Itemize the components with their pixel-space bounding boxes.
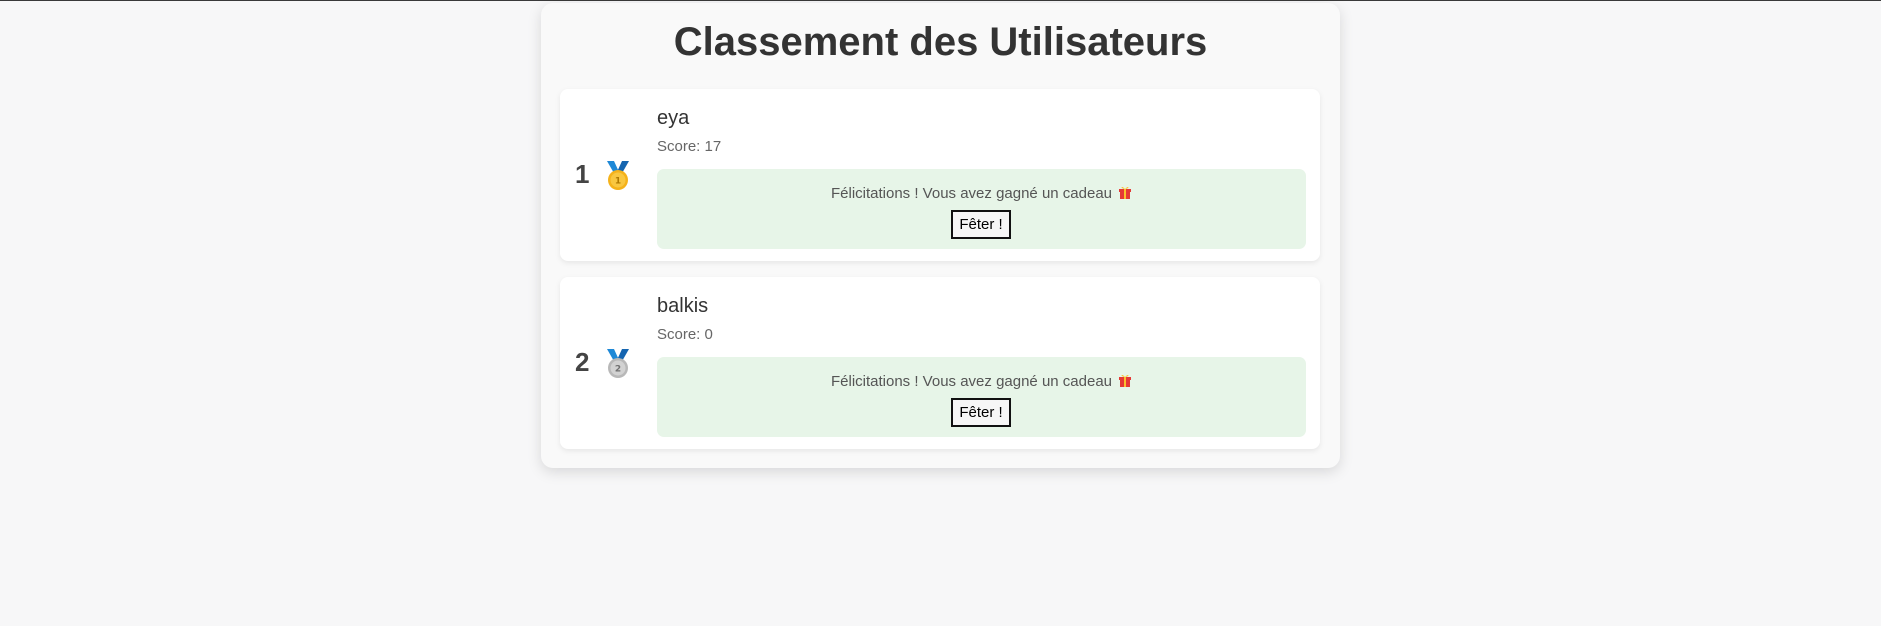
gift-message-text: Félicitations ! Vous avez gagné un cadea… [830, 373, 1113, 390]
rank-number: 1 [575, 159, 590, 189]
celebrate-button[interactable]: Fêter ! [951, 210, 1011, 239]
user-score: Score: 0 [657, 326, 713, 343]
medal-number: 2 [615, 365, 621, 375]
celebrate-button[interactable]: Fêter ! [951, 398, 1011, 427]
gift-message-box: Félicitations ! Vous avez gagné un cadea… [657, 357, 1306, 437]
top-border [0, 0, 1881, 1]
gift-message: Félicitations ! Vous avez gagné un cadea… [657, 372, 1306, 392]
rank-number: 2 [575, 347, 590, 377]
page-title: Classement des Utilisateurs [673, 20, 1208, 64]
gift-icon [1119, 374, 1132, 387]
leaderboard-entry: 1 1 eya Score: 17 Félicitations ! Vous a… [560, 89, 1320, 261]
silver-medal-icon: 2 [607, 349, 629, 378]
gift-message-box: Félicitations ! Vous avez gagné un cadea… [657, 169, 1306, 249]
user-name: eya [657, 107, 690, 129]
leaderboard-panel: Classement des Utilisateurs 1 1 eya Scor… [541, 3, 1340, 468]
gold-medal-icon: 1 [607, 161, 629, 190]
gift-message-text: Félicitations ! Vous avez gagné un cadea… [830, 185, 1113, 202]
user-name: balkis [657, 295, 709, 317]
gift-message: Félicitations ! Vous avez gagné un cadea… [657, 184, 1306, 204]
leaderboard-entry: 2 2 balkis Score: 0 Félicitations ! Vous… [560, 277, 1320, 449]
gift-icon [1119, 186, 1132, 199]
medal-number: 1 [615, 177, 621, 187]
user-score: Score: 17 [657, 138, 722, 155]
